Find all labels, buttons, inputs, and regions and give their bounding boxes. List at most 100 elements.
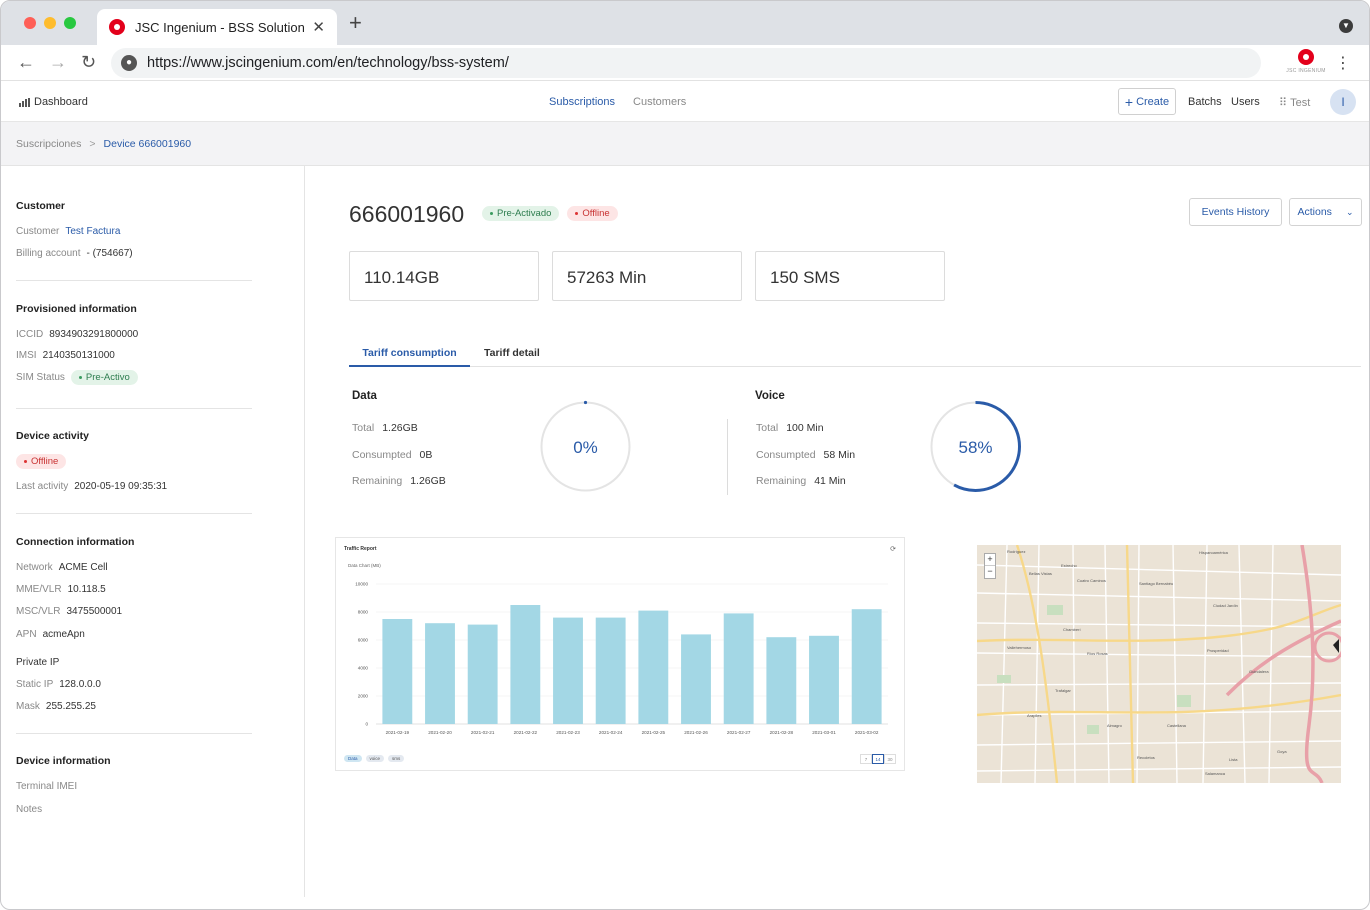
x-tick-label: 2021-02-23	[556, 730, 580, 735]
close-window-button[interactable]	[24, 17, 36, 29]
sim-status-label: SIM Status	[16, 372, 65, 383]
bar	[638, 610, 669, 724]
browser-tab[interactable]: JSC Ingenium - BSS Solution ✕	[97, 9, 337, 45]
x-tick-label: 2021-02-22	[514, 730, 538, 735]
zoom-in-button[interactable]: +	[985, 554, 995, 566]
extension-label: JSC INGENIUM	[1286, 68, 1326, 74]
voice-stat-value: 57263 Min	[567, 268, 647, 287]
chart-subtitle: Data Chart (MB)	[348, 563, 381, 568]
x-tick-label: 2021-03-02	[855, 730, 879, 735]
tab-tariff-consumption[interactable]: Tariff consumption	[349, 347, 470, 367]
forward-icon[interactable]: →	[49, 52, 67, 73]
voice-usage-gauge: 58%	[930, 401, 1021, 492]
status-dot-icon	[78, 376, 82, 379]
nav-subscriptions[interactable]: Subscriptions	[549, 96, 615, 108]
map-label: Bellas Vistas	[1029, 571, 1052, 576]
maximize-window-button[interactable]	[64, 17, 76, 29]
map-label: Arapiles	[1027, 713, 1042, 718]
details-sidebar: Customer Customer Test Factura Billing a…	[1, 166, 305, 897]
msc-label: MSC/VLR	[16, 606, 61, 617]
nav-users[interactable]: Users	[1231, 96, 1260, 108]
browser-menu-icon[interactable]: ⋮	[1335, 53, 1351, 73]
map-label: Trafalgar	[1055, 688, 1071, 693]
bar	[595, 617, 626, 724]
nav-customers[interactable]: Customers	[633, 96, 686, 108]
nav-test[interactable]: ⠿ Test	[1279, 96, 1310, 109]
voice-remaining-label: Remaining	[756, 475, 807, 487]
bar	[851, 609, 882, 724]
location-map[interactable]: Rodríguez Hispanoamérica Estrecho Bellas…	[977, 545, 1341, 783]
range-14[interactable]: 14	[872, 754, 884, 764]
mme-value: 10.118.5	[67, 584, 106, 595]
bar	[425, 623, 455, 724]
x-tick-label: 2021-02-21	[471, 730, 495, 735]
notes-row: Notes	[16, 804, 42, 815]
new-tab-button[interactable]: +	[349, 12, 362, 34]
create-button[interactable]: + Create	[1118, 88, 1176, 115]
static-ip-label: Static IP	[16, 679, 54, 690]
customer-link[interactable]: Test Factura	[65, 226, 120, 237]
jsc-logo-icon	[1298, 49, 1314, 65]
bar	[766, 637, 797, 724]
minimize-window-button[interactable]	[44, 17, 56, 29]
url-text: https://www.jscingenium.com/en/technolog…	[147, 55, 509, 71]
back-icon[interactable]: ←	[17, 52, 35, 73]
chevron-down-icon: ⌄	[1345, 206, 1354, 217]
dashboard-label: Dashboard	[34, 96, 88, 108]
sms-stat-card: 150 SMS	[755, 251, 945, 301]
bar	[553, 617, 583, 724]
x-tick-label: 2021-02-20	[428, 730, 452, 735]
voice-consumpted-row: Consumpted 58 Min	[756, 449, 855, 461]
main-nav: Subscriptions Customers	[549, 96, 686, 108]
bar	[510, 605, 541, 724]
toggle-data[interactable]: Data	[344, 755, 362, 762]
data-section-title: Data	[352, 390, 377, 402]
mask-value: 255.255.25	[45, 701, 96, 712]
actions-dropdown[interactable]: Actions ⌄	[1289, 198, 1362, 226]
tab-tariff-detail[interactable]: Tariff detail	[484, 347, 540, 359]
iccid-row: ICCID 8934903291800000	[16, 329, 138, 340]
msc-value: 3475500001	[66, 606, 123, 617]
map-label: Goya	[1277, 749, 1287, 754]
refresh-icon[interactable]: ⟳	[890, 545, 896, 553]
gauge-start-dot	[583, 400, 588, 405]
map-label: Salamanca	[1205, 771, 1226, 776]
mme-label: MME/VLR	[16, 584, 62, 595]
extension-button[interactable]: JSC INGENIUM	[1281, 47, 1331, 79]
sim-status-row: SIM Status Pre-Activo	[16, 370, 138, 385]
app-header: Dashboard Subscriptions Customers + Crea…	[1, 82, 1369, 122]
mme-row: MME/VLR 10.118.5	[16, 584, 106, 595]
nav-batchs[interactable]: Batchs	[1188, 96, 1222, 108]
breadcrumb-parent[interactable]: Suscripciones	[16, 138, 81, 150]
x-tick-label: 2021-02-25	[642, 730, 666, 735]
zoom-out-button[interactable]: −	[985, 566, 995, 578]
voice-total-value: 100 Min	[786, 422, 824, 434]
mask-label: Mask	[16, 701, 40, 712]
bar	[382, 619, 413, 724]
address-bar[interactable]: ● https://www.jscingenium.com/en/technol…	[111, 48, 1261, 78]
billing-row: Billing account - (754667)	[16, 248, 133, 259]
apn-label: APN	[16, 629, 37, 640]
user-avatar[interactable]: I	[1330, 89, 1356, 115]
tab-close-icon[interactable]: ✕	[312, 18, 325, 36]
range-7[interactable]: 7	[860, 754, 872, 764]
toggle-sms[interactable]: sms	[388, 755, 405, 762]
site-info-icon[interactable]: ●	[121, 55, 137, 71]
device-badges: Pre-Activado Offline	[482, 206, 618, 221]
tab-search-icon[interactable]: ▼	[1339, 19, 1353, 33]
network-row: Network ACME Cell	[16, 562, 108, 573]
map-label: Santiago Bernabéu	[1139, 581, 1174, 586]
voice-section-title: Voice	[755, 390, 785, 402]
data-remaining-row: Remaining 1.26GB	[352, 475, 446, 487]
range-30[interactable]: 30	[884, 754, 896, 764]
dashboard-link[interactable]: Dashboard	[19, 96, 88, 108]
events-history-button[interactable]: Events History	[1189, 198, 1282, 226]
bar	[723, 613, 754, 724]
sms-stat-value: 150 SMS	[770, 268, 840, 287]
last-activity-label: Last activity	[16, 481, 69, 492]
reload-icon[interactable]: ↻	[81, 52, 96, 73]
data-stat-value: 110.14GB	[364, 268, 440, 287]
grid-dots-icon: ⠿	[1279, 97, 1288, 109]
toggle-voice[interactable]: voice	[365, 755, 385, 762]
voice-stat-card: 57263 Min	[552, 251, 742, 301]
